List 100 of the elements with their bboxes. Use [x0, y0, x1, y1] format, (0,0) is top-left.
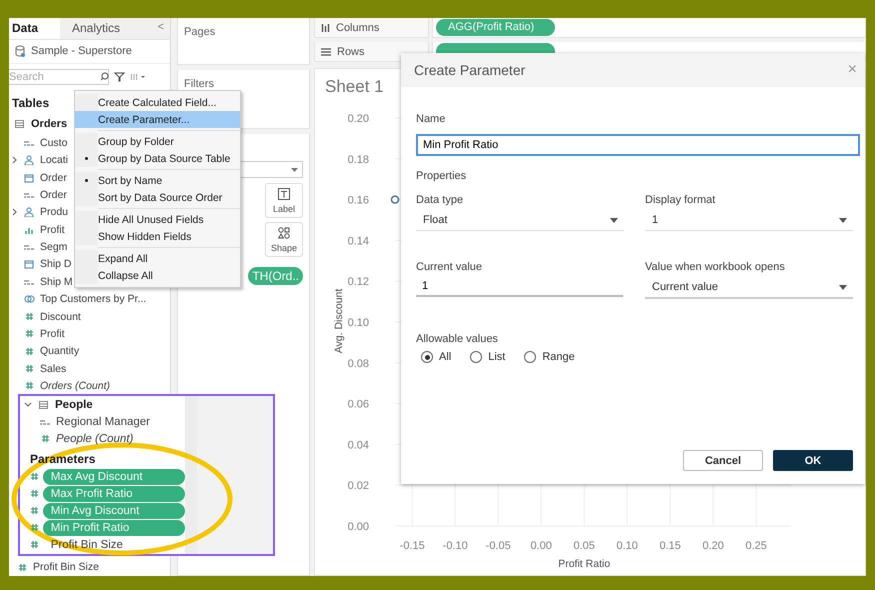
collapse-button[interactable]: <: [154, 18, 170, 39]
hash-icon: [24, 364, 34, 374]
menu-item[interactable]: Create Calculated Field...: [75, 94, 240, 111]
menu-item[interactable]: Collapse All: [75, 267, 240, 284]
field-name[interactable]: Discount: [38, 310, 81, 323]
data-source-name[interactable]: Sample - Superstore: [31, 45, 132, 58]
text-type-icon: [23, 243, 35, 252]
caret-icon: [291, 168, 298, 172]
table-icon: [15, 120, 24, 128]
field-name[interactable]: Ship D: [38, 258, 72, 270]
field-name[interactable]: Sales: [38, 362, 66, 375]
field-label: Current value: [416, 261, 484, 273]
rows-icon: [321, 48, 331, 56]
x-axis-title: Profit Ratio: [558, 558, 610, 570]
chevron-icon: [12, 208, 18, 216]
dialog-title: Create Parameter: [414, 62, 526, 78]
text-type-icon: [23, 138, 35, 147]
text-type-icon: [23, 278, 35, 286]
search-field[interactable]: Search: [9, 68, 109, 85]
field-name[interactable]: Segm: [38, 241, 68, 254]
cancel-button[interactable]: Cancel: [683, 450, 763, 471]
y-tick-label: 0.12: [348, 276, 369, 288]
field-name[interactable]: Order: [38, 172, 67, 184]
field-name[interactable]: Profit: [38, 328, 65, 340]
overlapping-circles-icon: [24, 294, 34, 304]
hash-icon: [24, 381, 34, 390]
field-label: Display format: [645, 194, 716, 206]
panel-tab[interactable]: Analytics: [60, 18, 154, 39]
dropdown[interactable]: Current value: [645, 277, 853, 299]
person-icon: [24, 155, 34, 166]
table-icon: [39, 401, 48, 409]
data-point: [390, 195, 400, 204]
y-tick-label: 0.06: [348, 398, 369, 411]
field-label: Value when workbook opens: [645, 261, 786, 273]
field-name[interactable]: Orders (Count): [38, 380, 110, 392]
field-name[interactable]: Regional Manager: [54, 416, 150, 428]
sheet-title: Sheet 1: [324, 76, 384, 98]
person-icon: [24, 207, 34, 218]
shelf-label: Columns: [336, 22, 380, 34]
y-tick-label: 0.16: [348, 194, 369, 207]
y-axis-title: Avg. Discount: [333, 288, 345, 354]
columns-icon: [321, 23, 330, 32]
field-name[interactable]: Top Customers by Pr...: [38, 293, 146, 306]
menu-item[interactable]: Group by Folder: [75, 133, 240, 150]
field-name[interactable]: Order: [38, 189, 67, 202]
menu-item[interactable]: Sort by Name: [75, 172, 240, 189]
filter-icon: [114, 72, 125, 82]
hash-icon: [18, 562, 26, 572]
caret-icon: [839, 218, 847, 222]
hash-icon: [24, 346, 34, 356]
shapes-icon: [278, 226, 290, 238]
name-field[interactable]: Min Profit Ratio: [416, 134, 860, 156]
field-label: Data type: [416, 194, 464, 206]
y-tick-label: 0.00: [348, 521, 369, 533]
field-name[interactable]: Quantity: [38, 345, 80, 358]
section-title: Tables: [11, 95, 50, 112]
menu-item[interactable]: Expand All: [75, 250, 240, 267]
shape-button[interactable]: Shape: [265, 222, 303, 257]
hash-icon: [30, 506, 39, 515]
radio-button[interactable]: List: [470, 351, 506, 363]
radio-button[interactable]: All: [421, 351, 452, 363]
field-label: Name: [416, 113, 446, 125]
chevron-icon: [12, 156, 18, 164]
calendar-icon: [24, 172, 34, 183]
field-name[interactable]: Locati: [38, 154, 68, 166]
field-name[interactable]: Ship M: [38, 276, 73, 288]
bullet-icon: [85, 157, 88, 160]
y-tick-label: 0.18: [348, 154, 369, 166]
card-title: Filters: [184, 78, 214, 90]
dropdown[interactable]: Float: [416, 210, 624, 231]
x-tick-label: 0.00: [530, 540, 552, 552]
field-label: Allowable values: [416, 333, 499, 345]
menu-item[interactable]: Hide All Unused Fields: [75, 211, 240, 228]
menu-item[interactable]: Sort by Data Source Order: [75, 189, 240, 206]
menu-item[interactable]: Show Hidden Fields: [75, 228, 240, 245]
field-name[interactable]: Custo: [38, 136, 68, 149]
bullet-icon: [85, 179, 88, 182]
text-type-icon: [23, 191, 35, 200]
x-tick-label: -0.05: [486, 540, 511, 552]
field-name[interactable]: Profit: [38, 224, 65, 236]
label-button[interactable]: Label: [265, 183, 303, 218]
x-tick-label: 0.20: [702, 540, 724, 552]
caret-icon: [610, 218, 618, 222]
table-name[interactable]: People: [55, 399, 93, 411]
y-tick-label: 0.02: [348, 480, 369, 492]
field-name[interactable]: Produ: [38, 206, 68, 218]
field-name[interactable]: Profit Bin Size: [31, 561, 99, 574]
table-name[interactable]: Orders: [31, 118, 68, 130]
text-box-icon: [278, 188, 290, 200]
dropdown[interactable]: 1: [645, 210, 853, 231]
ok-button[interactable]: OK: [773, 450, 853, 471]
menu-item[interactable]: Group by Data Source Table: [75, 150, 240, 167]
x-tick-label: -0.15: [400, 540, 425, 552]
radio-button[interactable]: Range: [524, 351, 575, 363]
x-tick-label: 0.25: [746, 540, 767, 552]
shelf-label: Rows: [337, 46, 365, 58]
field-name[interactable]: People (Count): [54, 432, 134, 444]
x-tick-label: 0.05: [574, 540, 595, 552]
y-tick-label: 0.04: [348, 439, 369, 452]
text-type-icon: [39, 418, 51, 426]
